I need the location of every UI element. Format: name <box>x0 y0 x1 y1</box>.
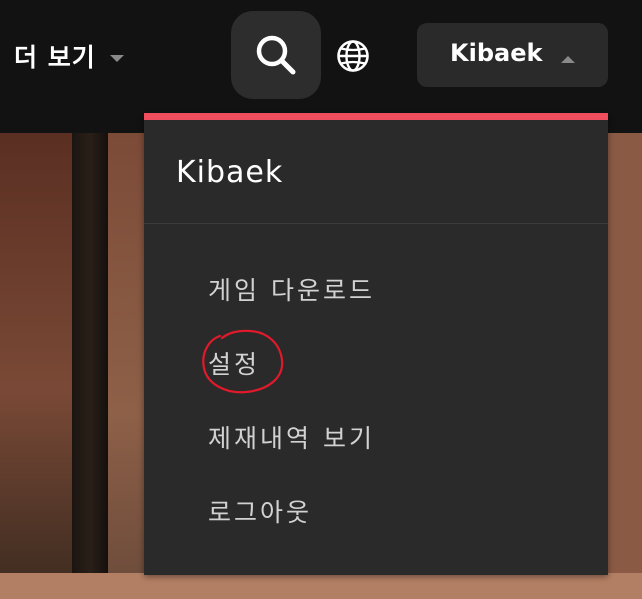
menu-item-logout[interactable]: 로그아웃 <box>208 493 312 529</box>
menu-item-game-download[interactable]: 게임 다운로드 <box>208 271 375 307</box>
dropdown-divider <box>144 223 608 224</box>
account-dropdown: Kibaek 게임 다운로드 설정 제재내역 보기 로그아웃 <box>144 113 608 575</box>
account-name: Kibaek <box>450 39 543 67</box>
page: 더 보기 Kibaek Kibaek 게임 다운로드 설정 제재내역 보기 로그… <box>0 0 642 599</box>
background-bottom-area <box>0 573 642 599</box>
globe-icon <box>337 40 369 72</box>
menu-item-settings[interactable]: 설정 <box>208 345 260 381</box>
caret-up-icon <box>561 56 575 63</box>
more-menu-button[interactable]: 더 보기 <box>14 38 124 74</box>
more-menu-label: 더 보기 <box>14 43 96 72</box>
menu-item-sanction-history[interactable]: 제재내역 보기 <box>208 419 375 455</box>
search-button[interactable] <box>231 11 321 99</box>
background-mid-area <box>108 133 145 599</box>
account-menu-button[interactable]: Kibaek <box>417 23 608 87</box>
search-icon <box>256 35 296 75</box>
dropdown-username: Kibaek <box>176 155 284 190</box>
background-pole <box>72 133 108 599</box>
caret-down-icon <box>109 54 124 62</box>
language-button[interactable] <box>333 36 373 76</box>
dropdown-accent-bar <box>144 113 608 120</box>
background-left-area <box>0 133 72 599</box>
